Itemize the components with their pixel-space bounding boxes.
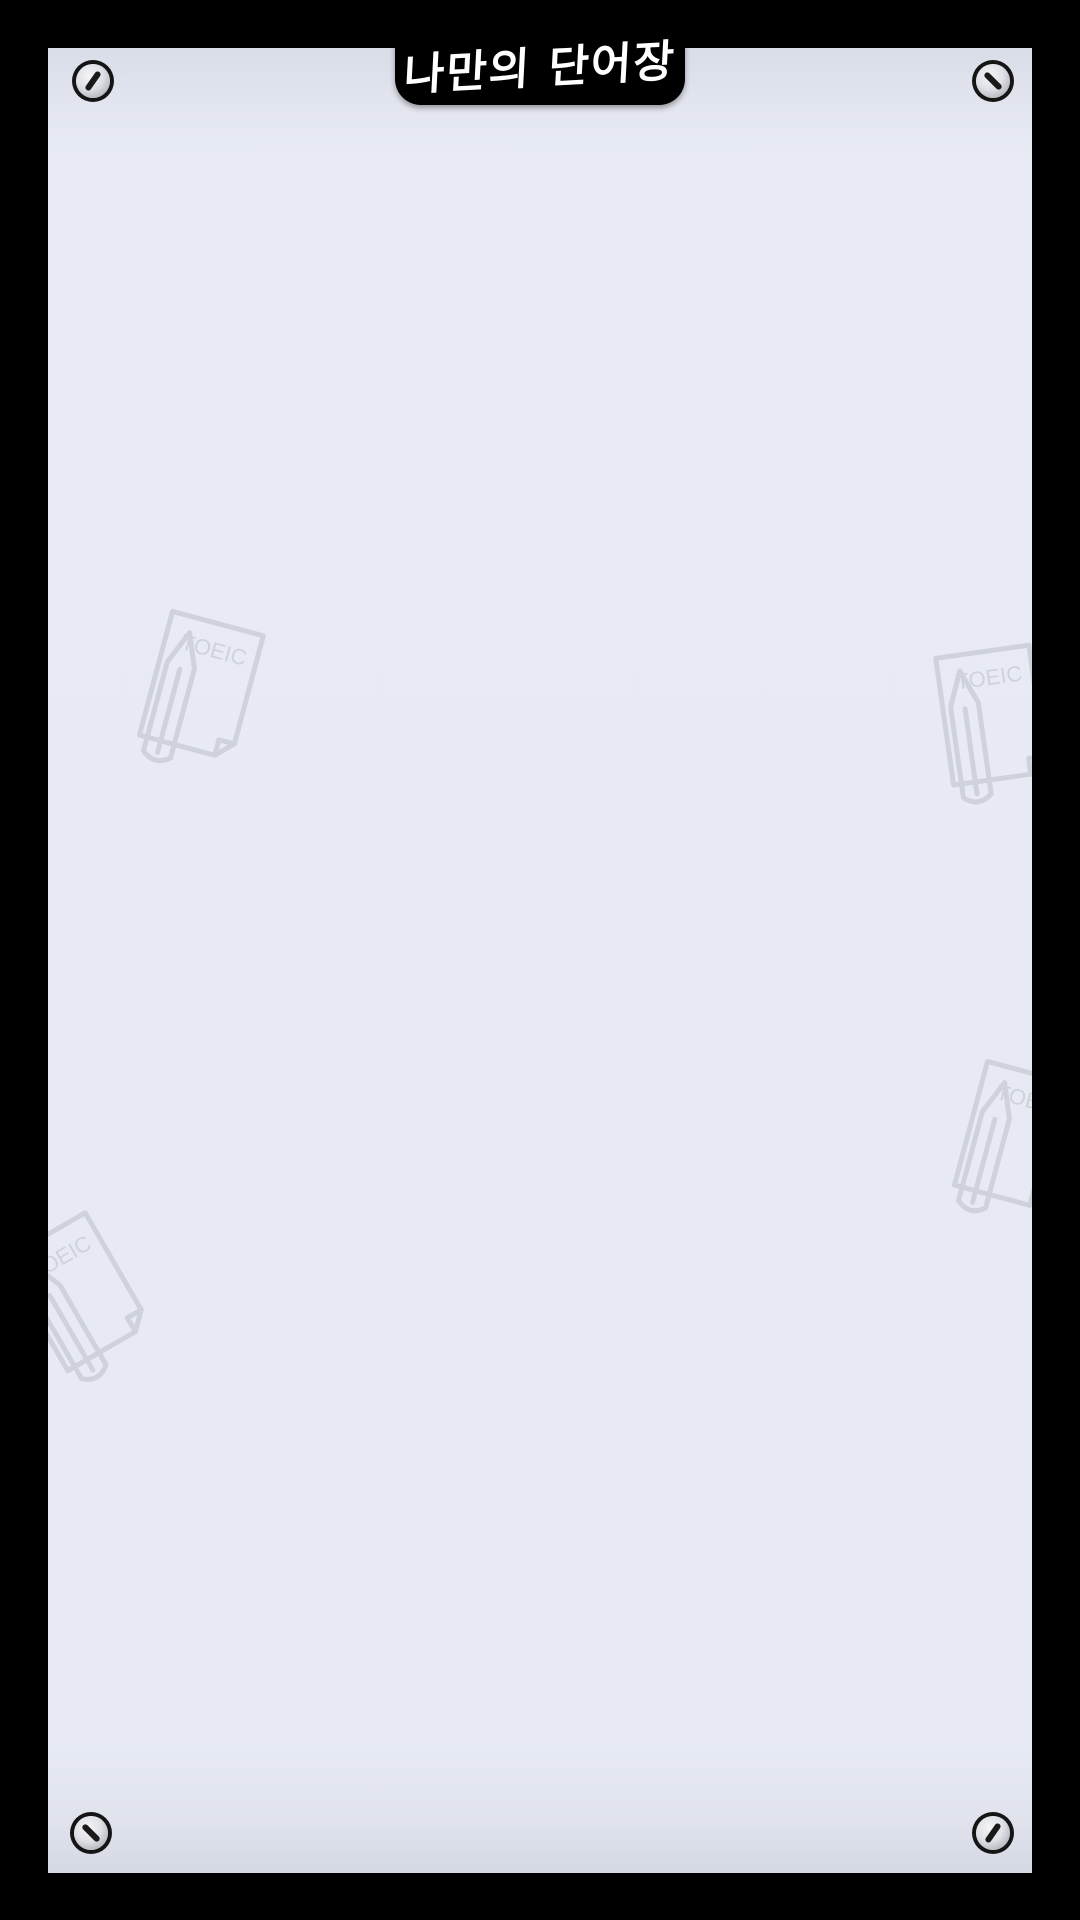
title-tab: 나만의 단어장 — [395, 30, 685, 105]
screw-top-right-icon — [976, 64, 1010, 98]
word-notebook-board: TOEIC TOEIC TOEIC TOEIC — [48, 48, 1032, 1873]
screw-bottom-left-icon — [74, 1816, 108, 1850]
toeic-notebook-pencil-icon: TOEIC — [917, 635, 1032, 821]
watermark-label: TOEIC — [48, 1230, 96, 1285]
watermark-label: TOEIC — [178, 629, 249, 670]
toeic-notebook-pencil-icon: TOEIC — [113, 599, 283, 797]
watermark-label: TOEIC — [993, 1079, 1032, 1120]
toeic-notebook-pencil-icon: TOEIC — [928, 1049, 1032, 1247]
app-title: 나만의 단어장 — [402, 35, 678, 101]
watermark-label: TOEIC — [954, 661, 1024, 695]
screw-top-left-icon — [76, 64, 110, 98]
screw-bottom-right-icon — [976, 1816, 1010, 1850]
toeic-notebook-pencil-icon: TOEIC — [48, 1197, 182, 1409]
